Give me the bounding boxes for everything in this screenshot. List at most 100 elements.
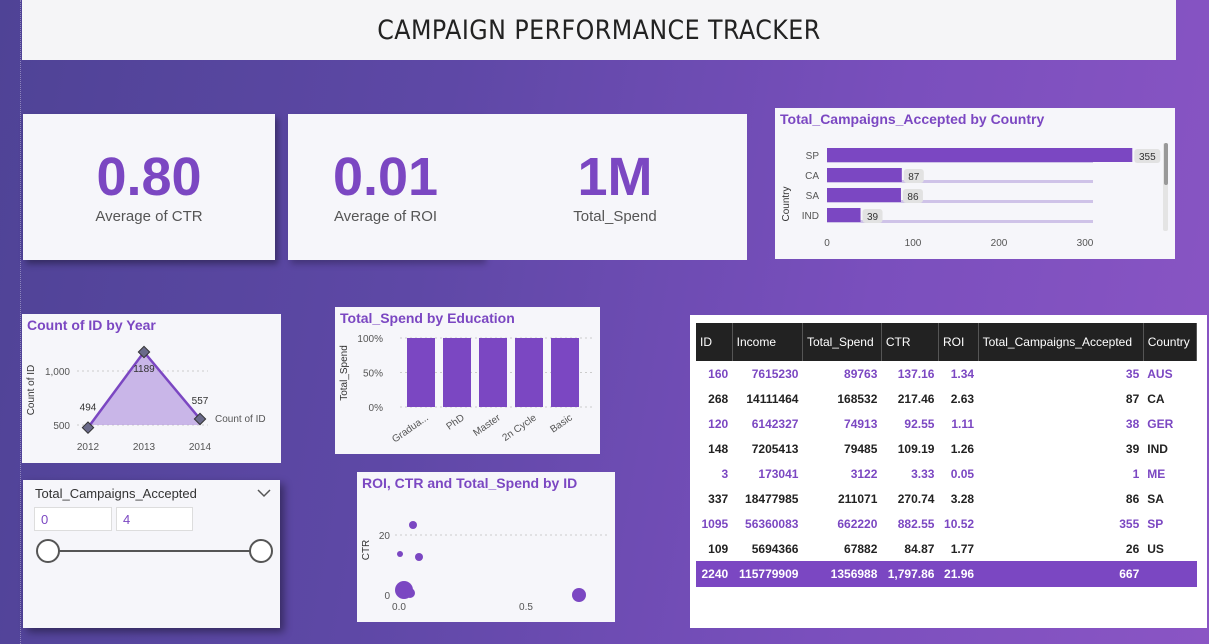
- scatter-point: [572, 588, 586, 602]
- kpi-label: Total_Spend: [573, 207, 657, 225]
- column-header[interactable]: Total_Campaigns_Accepted: [978, 323, 1144, 361]
- kpi-spend-card[interactable]: 1M Total_Spend: [483, 114, 747, 260]
- bar: [443, 338, 471, 407]
- year-chart-card[interactable]: Count of ID by Year Count of ID 500 1,000 4…: [22, 314, 281, 463]
- table-cell: 56360083: [745, 516, 799, 531]
- table-row[interactable]: 268 14111464 168532 217.46 2.63 87 CA: [696, 386, 1197, 411]
- table-row[interactable]: 148 7205413 79485 109.19 1.26 39 IND: [696, 436, 1197, 461]
- table-cell: 173041: [758, 466, 799, 481]
- table-cell: 355: [1119, 516, 1140, 531]
- table-cell: 86: [1125, 491, 1140, 506]
- tick-label: 2013: [133, 442, 156, 453]
- table-row[interactable]: 109 5694366 67882 84.87 1.77 26 US: [696, 536, 1197, 561]
- table-cell: 87: [1125, 391, 1140, 406]
- data-label: 1189: [133, 364, 155, 375]
- slicer-title: Total_Campaigns_Accepted: [35, 486, 197, 501]
- table-cell: 882.55: [897, 516, 935, 531]
- table-cell: 5694366: [751, 541, 799, 556]
- category-label: CA: [805, 171, 819, 182]
- kpi-value: 0.01: [332, 146, 439, 207]
- table-cell: CA: [1147, 391, 1165, 406]
- table-row[interactable]: 1095 56360083 662220 882.55 10.52 355 SP: [696, 511, 1197, 536]
- table-cell: 160: [708, 366, 729, 381]
- scatter-point: [405, 588, 415, 598]
- category-label: Master: [471, 412, 503, 439]
- bar: [407, 338, 435, 407]
- table-cell: SA: [1147, 491, 1164, 506]
- kpi-label: Average of CTR: [95, 207, 203, 225]
- total-cell: 2240: [696, 561, 733, 587]
- column-header[interactable]: ROI: [938, 323, 979, 361]
- data-label: 87: [908, 172, 920, 183]
- kpi-value: 1M: [577, 146, 653, 207]
- total-cell: [1143, 561, 1197, 587]
- table-cell: 168532: [837, 391, 878, 406]
- country-chart-card[interactable]: Total_Campaigns_Accepted by Country Coun…: [775, 108, 1175, 259]
- table-row[interactable]: 160 7615230 89763 137.16 1.34 35 AUS: [696, 361, 1197, 386]
- table-cell: IND: [1147, 441, 1168, 456]
- table-cell: 39: [1125, 441, 1140, 456]
- table-cell: 35: [1125, 366, 1140, 381]
- column-header[interactable]: CTR: [881, 323, 939, 361]
- table-cell: 662220: [837, 516, 878, 531]
- slicer-min-input[interactable]: 0: [34, 507, 112, 531]
- axis-title: Country: [781, 186, 792, 221]
- tick-label: 2014: [189, 442, 212, 453]
- table-cell: 217.46: [897, 391, 935, 406]
- tick-label: 0%: [369, 403, 384, 414]
- data-label: 557: [192, 396, 209, 407]
- table-row[interactable]: 337 18477985 211071 270.74 3.28 86 SA: [696, 486, 1197, 511]
- table-cell: 3: [721, 466, 729, 481]
- table-cell: 148: [708, 441, 729, 456]
- kpi-ctr-card[interactable]: 0.80 Average of CTR: [23, 114, 275, 260]
- total-cell: 1356988: [802, 561, 882, 587]
- bar: [515, 338, 543, 407]
- table-cell: US: [1147, 541, 1164, 556]
- column-header[interactable]: Total_Spend: [802, 323, 882, 361]
- slicer-max-input[interactable]: 4: [116, 507, 193, 531]
- slider-min-handle[interactable]: [36, 539, 60, 563]
- slider-max-handle[interactable]: [249, 539, 273, 563]
- tick-label: 0.0: [392, 602, 406, 613]
- table-cell: 79485: [844, 441, 878, 456]
- table-row[interactable]: 3 173041 3122 3.33 0.05 1 ME: [696, 461, 1197, 486]
- table-cell: 84.87: [904, 541, 935, 556]
- tick-label: 1,000: [45, 367, 70, 378]
- page-title: CAMPAIGN PERFORMANCE TRACKER: [377, 14, 821, 46]
- category-label: PhD: [444, 412, 466, 432]
- data-label: 86: [907, 192, 919, 203]
- bar: [827, 188, 901, 202]
- table-cell: 6142327: [751, 416, 799, 431]
- table-cell: GER: [1147, 416, 1174, 431]
- table-cell: 1.11: [951, 416, 975, 431]
- tick-label: 0: [384, 591, 390, 602]
- tick-label: 20: [379, 531, 391, 542]
- scatter-chart-card[interactable]: ROI, CTR and Total_Spend by ID CTR 0 20 0.0…: [357, 472, 615, 622]
- scatter-point: [397, 551, 403, 557]
- table-cell: 10.52: [944, 516, 975, 531]
- table-cell: 1095: [701, 516, 729, 531]
- column-header[interactable]: Country: [1143, 323, 1198, 361]
- column-header[interactable]: ID: [696, 323, 733, 361]
- data-table-card[interactable]: ID Income Total_Spend CTR ROI Total_Campaigns…: [690, 315, 1207, 628]
- data-label: 355: [1139, 152, 1156, 163]
- column-header[interactable]: Income: [732, 323, 803, 361]
- chevron-down-icon[interactable]: [257, 488, 271, 498]
- education-chart-card[interactable]: Total_Spend by Education Total_Spend 0% 50…: [335, 307, 600, 454]
- table-cell: 3.28: [950, 491, 975, 506]
- table-cell: 109.19: [897, 441, 935, 456]
- campaigns-slicer[interactable]: Total_Campaigns_Accepted 0 4: [23, 480, 280, 628]
- bar: [827, 168, 902, 182]
- kpi-value: 0.80: [96, 146, 202, 207]
- table-row[interactable]: 120 6142327 74913 92.55 1.11 38 GER: [696, 411, 1197, 436]
- table-header-row: ID Income Total_Spend CTR ROI Total_Campaigns…: [696, 323, 1198, 361]
- table-cell: ME: [1147, 466, 1166, 481]
- table-cell: 1: [1132, 466, 1140, 481]
- table-cell: 137.16: [897, 366, 935, 381]
- total-cell: 1,797.86: [881, 561, 939, 587]
- kpi-roi-card[interactable]: 0.01 Average of ROI: [288, 114, 483, 260]
- table-cell: 26: [1125, 541, 1140, 556]
- table-cell: 74913: [844, 416, 878, 431]
- table-cell: 0.05: [950, 466, 975, 481]
- table-cell: 1.26: [950, 441, 975, 456]
